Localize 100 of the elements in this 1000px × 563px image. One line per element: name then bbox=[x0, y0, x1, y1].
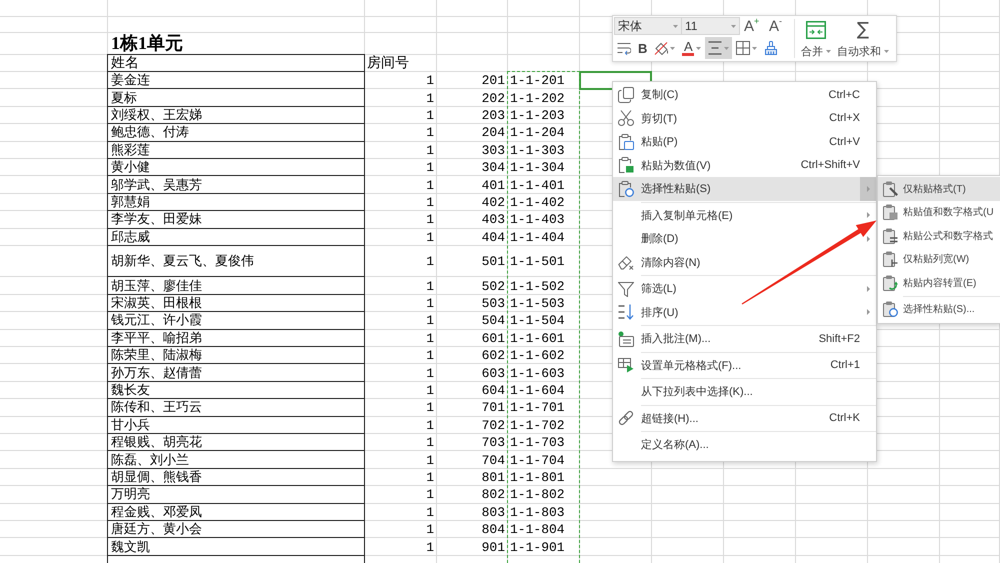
menu-item[interactable]: 选择性粘贴(S) bbox=[613, 177, 876, 200]
menu-item[interactable]: 删除(D) bbox=[613, 227, 876, 250]
unit-code-cell-text: 1-1-801 bbox=[509, 468, 566, 486]
name-cell: 黄小健 bbox=[107, 158, 365, 176]
shortcut-text: Ctrl+K bbox=[829, 412, 860, 424]
name-cell: 胡玉萍、廖佳佳 bbox=[107, 277, 365, 295]
room-number-cell-text: 704 bbox=[480, 452, 506, 469]
shortcut-text: Ctrl+Shift+V bbox=[800, 159, 860, 172]
font-name-dropdown[interactable]: 宋体 bbox=[614, 17, 682, 35]
menu-item[interactable]: 设置单元格格式(F)... Ctrl+1 bbox=[613, 354, 876, 377]
menu-item[interactable]: 粘贴为数值(V) Ctrl+Shift+V bbox=[613, 154, 876, 177]
room-number-cell-text: 801 bbox=[480, 468, 506, 486]
room-number-cell-text: 402 bbox=[480, 194, 506, 212]
name-cell: 陈磊、刘小兰 bbox=[107, 451, 365, 469]
unit-code-cell-text: 1-1-901 bbox=[509, 538, 566, 556]
menu-item[interactable]: 粘贴(P) Ctrl+V bbox=[613, 130, 876, 154]
building-cell-text: 1 bbox=[425, 253, 435, 272]
menu-item[interactable]: 复制(C) Ctrl+C bbox=[613, 83, 876, 106]
font-color-button[interactable]: A bbox=[679, 37, 704, 59]
caret-icon bbox=[724, 46, 730, 50]
menu-item[interactable]: 剪切(T) Ctrl+X bbox=[613, 106, 876, 130]
sort-icon bbox=[618, 304, 634, 320]
paint-brush-icon bbox=[764, 41, 778, 55]
unit-code-cell-text: 1-1-802 bbox=[509, 486, 566, 504]
name-cell: 魏文凯 bbox=[107, 538, 365, 556]
table-icon bbox=[618, 357, 634, 374]
room-number-cell-text: 204 bbox=[480, 124, 506, 142]
menu-item[interactable]: 清除内容(N) bbox=[613, 250, 876, 274]
eraser-icon bbox=[618, 254, 634, 270]
column-header: 姓名 bbox=[107, 54, 365, 72]
menu-item[interactable]: 选择性粘贴(S)... bbox=[878, 298, 1000, 321]
name-cell: 李学友、田爱妹 bbox=[107, 211, 365, 228]
room-number-cell-text: 802 bbox=[480, 486, 506, 504]
unit-code-cell-text: 1-1-402 bbox=[509, 194, 566, 212]
room-number-cell-text: 403 bbox=[480, 211, 506, 228]
menu-item[interactable]: 从下拉列表中选择(K)... bbox=[613, 380, 876, 404]
name-cell: 鲍忠德、付涛 bbox=[107, 124, 365, 142]
unit-code-cell-text: 1-1-601 bbox=[509, 330, 566, 348]
room-number-cell-text: 604 bbox=[480, 382, 506, 400]
building-cell-text: 1 bbox=[425, 194, 435, 212]
caret-icon bbox=[731, 24, 736, 28]
building-cell-text: 1 bbox=[425, 538, 435, 556]
grow-font-button[interactable]: A$^{+}$ bbox=[740, 17, 765, 35]
funnel-icon bbox=[618, 280, 634, 297]
building-cell-text: 1 bbox=[425, 330, 435, 348]
align-center-button[interactable] bbox=[705, 37, 732, 59]
name-cell: 孙万东、赵倩蕾 bbox=[107, 364, 365, 382]
room-number-cell-text: 804 bbox=[480, 521, 506, 538]
room-number-cell-text: 502 bbox=[480, 278, 506, 295]
font-size-dropdown[interactable]: 11 bbox=[681, 17, 740, 35]
caret-icon bbox=[696, 46, 702, 50]
room-number-cell-text: 601 bbox=[480, 330, 506, 348]
merge-button[interactable]: 合并 bbox=[798, 17, 834, 60]
menu-item[interactable]: 排序(U) bbox=[613, 300, 876, 324]
bold-button[interactable]: B bbox=[635, 37, 650, 59]
name-cell: 郭慧娟 bbox=[107, 194, 365, 212]
building-cell-text: 1 bbox=[425, 468, 435, 486]
unit-code-cell-text: 1-1-603 bbox=[509, 364, 566, 382]
caret-icon bbox=[670, 46, 676, 50]
unit-code-cell-text: 1-1-504 bbox=[509, 312, 566, 330]
autosum-button[interactable]: ∑ 自动求和 bbox=[834, 17, 892, 60]
submenu-arrow-icon bbox=[866, 236, 870, 242]
borders-icon bbox=[736, 41, 750, 55]
building-cell-text: 1 bbox=[425, 382, 435, 400]
room-number-cell-text: 304 bbox=[480, 159, 506, 176]
building-cell-text: 1 bbox=[425, 399, 435, 417]
unit-code-cell-text: 1-1-404 bbox=[509, 228, 566, 246]
menu-item[interactable]: 粘贴值和数字格式(U bbox=[878, 200, 1000, 224]
building-cell-text: 1 bbox=[425, 295, 435, 312]
menu-item[interactable]: 粘贴内容转置(E) bbox=[878, 271, 1000, 294]
merge-cells-icon bbox=[806, 21, 826, 39]
menu-item[interactable]: 超链接(H)... Ctrl+K bbox=[613, 406, 876, 430]
shrink-font-button[interactable]: A$^{-}$ bbox=[765, 17, 790, 35]
menu-item[interactable]: 粘贴公式和数字格式 bbox=[878, 224, 1000, 248]
submenu-arrow-icon bbox=[866, 286, 870, 292]
building-cell-text: 1 bbox=[425, 90, 435, 107]
room-number-cell-text: 202 bbox=[480, 90, 506, 107]
menu-item[interactable]: 插入复制单元格(E) bbox=[613, 204, 876, 227]
name-cell: 宋淑英、田根根 bbox=[107, 294, 365, 312]
unit-code-cell-text: 1-1-602 bbox=[509, 347, 566, 364]
scissors-icon bbox=[618, 110, 634, 126]
name-cell: 姜金连 bbox=[107, 72, 365, 90]
wrap-text-icon bbox=[617, 41, 631, 55]
building-cell-text: 1 bbox=[425, 312, 435, 330]
room-number-cell-text: 203 bbox=[480, 106, 506, 124]
building-cell-text: 1 bbox=[425, 521, 435, 538]
room-number-cell-text: 401 bbox=[480, 176, 506, 194]
name-cell: 陈传和、王巧云 bbox=[107, 399, 365, 417]
unit-code-cell-text: 1-1-701 bbox=[509, 399, 566, 417]
unit-code-cell-text: 1-1-201 bbox=[509, 72, 566, 90]
menu-item[interactable]: 仅粘贴格式(T) bbox=[878, 177, 1000, 200]
menu-item[interactable]: 定义名称(A)... bbox=[613, 433, 876, 456]
room-number-cell-text: 503 bbox=[480, 295, 506, 312]
comment-icon bbox=[618, 330, 634, 347]
menu-item[interactable]: 插入批注(M)... Shift+F2 bbox=[613, 327, 876, 350]
room-number-cell-text: 504 bbox=[480, 312, 506, 330]
menu-item[interactable]: 筛选(L) bbox=[613, 277, 876, 300]
room-number-cell-text: 703 bbox=[480, 434, 506, 452]
menu-item[interactable]: 仅粘贴列宽(W) bbox=[878, 248, 1000, 271]
building-cell-text: 1 bbox=[425, 124, 435, 142]
